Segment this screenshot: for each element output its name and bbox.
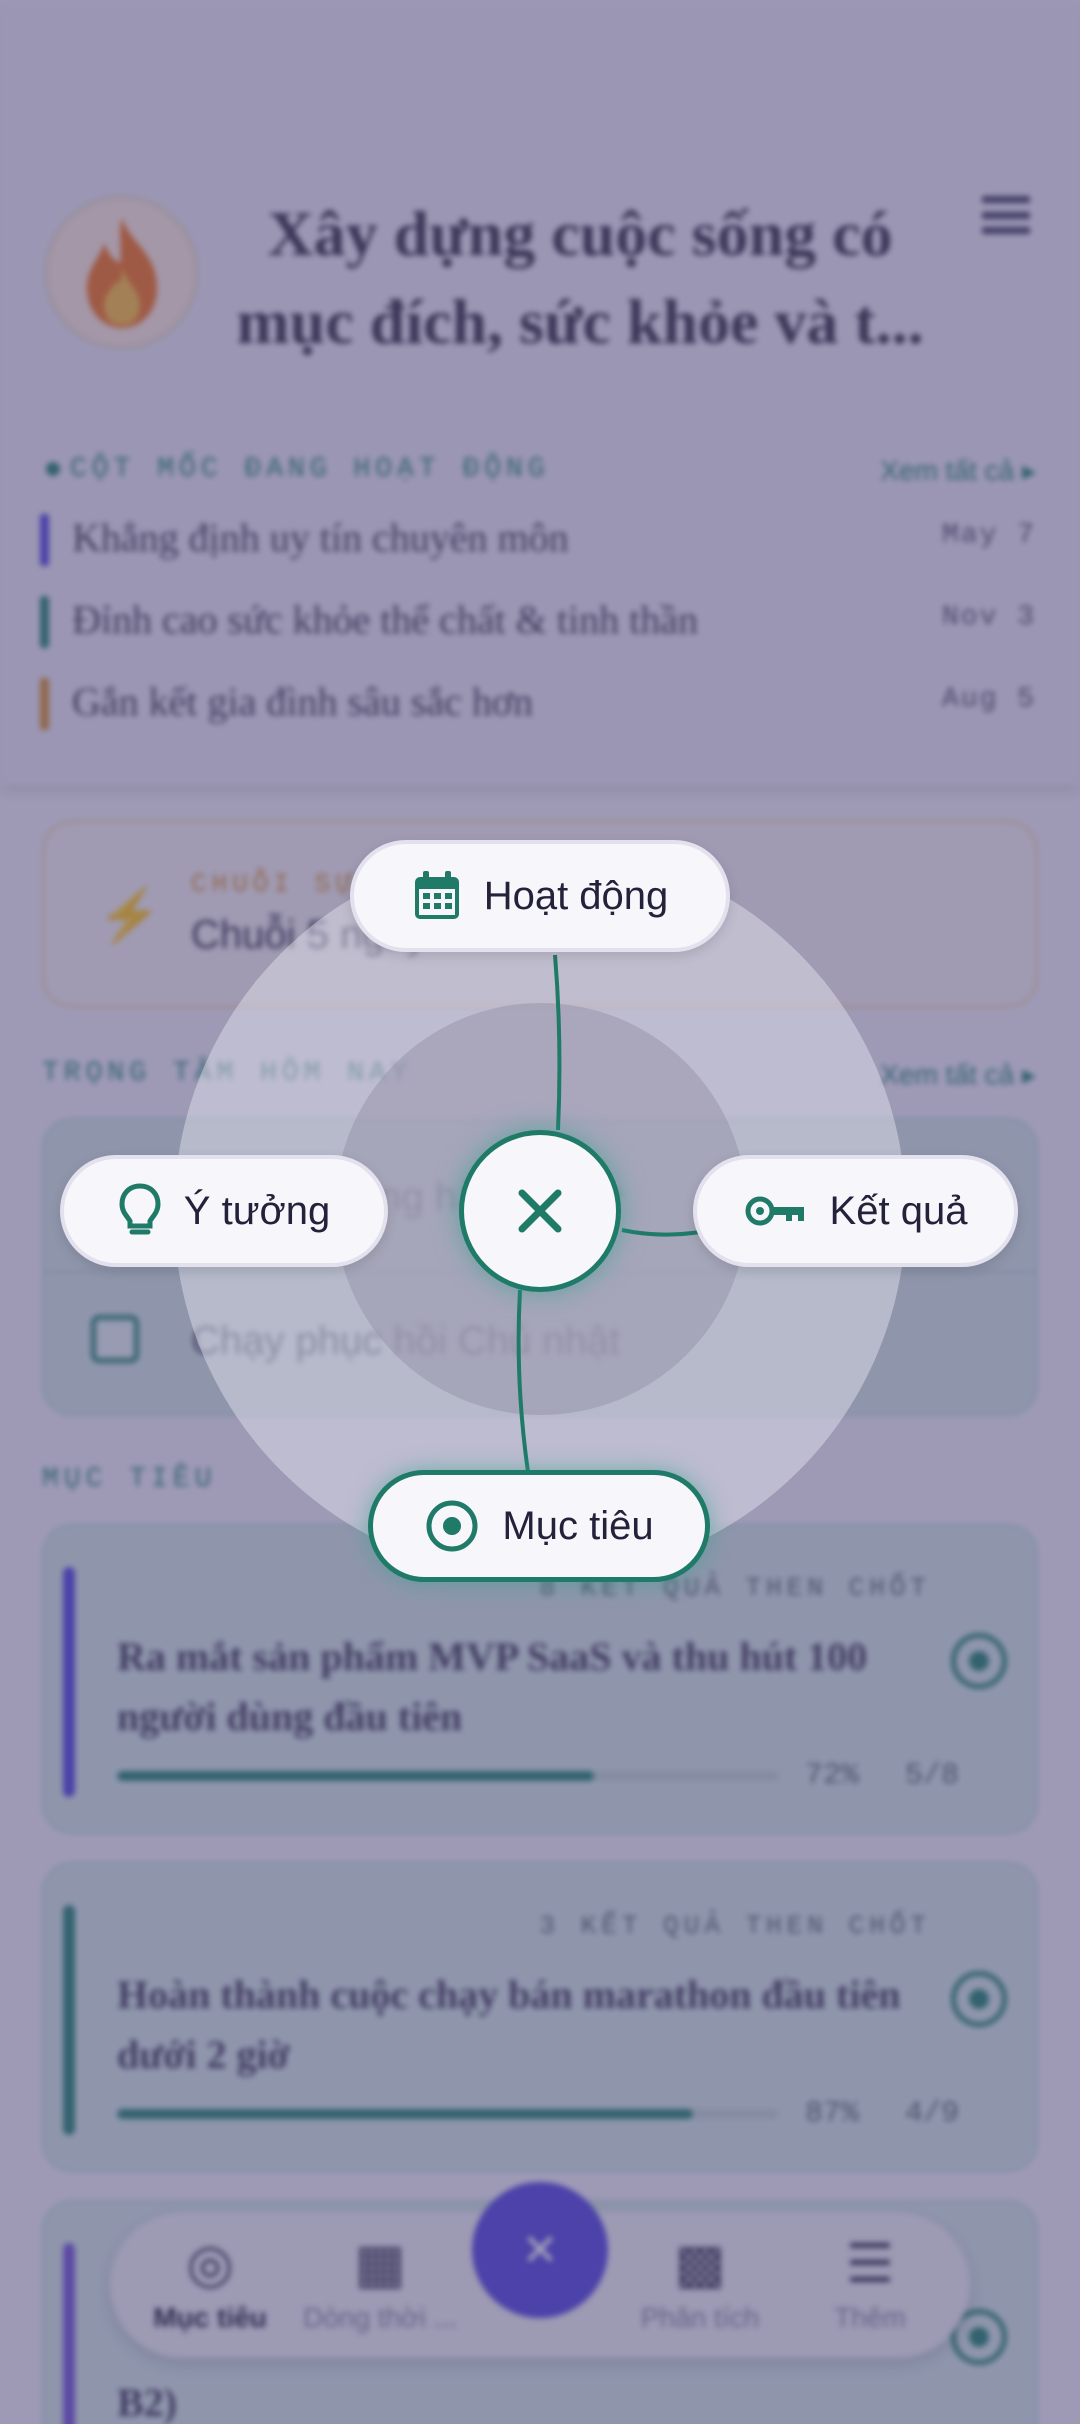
radial-result-label: Kết quả [829,1188,968,1233]
key-icon [744,1191,808,1231]
radial-idea-button[interactable]: Ý tưởng [60,1155,388,1267]
close-icon [518,1189,562,1233]
lightbulb-icon [118,1182,162,1240]
calendar-icon [412,869,462,923]
radial-goal-label: Mục tiêu [502,1503,654,1548]
radial-close-button[interactable] [459,1130,621,1292]
radial-activity-button[interactable]: Hoạt động [350,840,730,952]
target-icon [424,1498,480,1554]
radial-idea-label: Ý tưởng [183,1188,331,1233]
radial-result-button[interactable]: Kết quả [693,1155,1018,1267]
radial-activity-label: Hoạt động [483,873,669,918]
radial-goal-button[interactable]: Mục tiêu [368,1470,710,1582]
